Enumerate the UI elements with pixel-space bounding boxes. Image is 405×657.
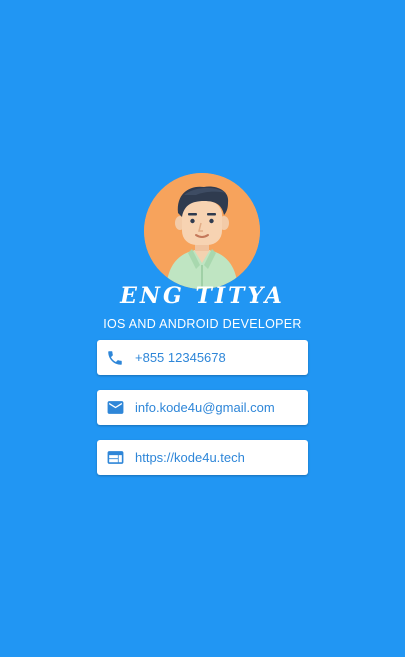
avatar	[144, 173, 260, 289]
email-card[interactable]: info.kode4u@gmail.com	[97, 390, 308, 425]
phone-card[interactable]: +855 12345678	[97, 340, 308, 375]
phone-text: +855 12345678	[135, 350, 226, 365]
profile-screen: ENG TITYA IOS AND ANDROID DEVELOPER +855…	[0, 0, 405, 657]
website-card[interactable]: https://kode4u.tech	[97, 440, 308, 475]
profile-role: IOS AND ANDROID DEVELOPER	[103, 317, 302, 331]
website-text: https://kode4u.tech	[135, 450, 245, 465]
avatar-illustration	[144, 173, 260, 289]
mail-icon	[105, 398, 125, 418]
email-text: info.kode4u@gmail.com	[135, 400, 275, 415]
phone-icon	[105, 348, 125, 368]
web-icon	[105, 448, 125, 468]
profile-name: ENG TITYA	[120, 283, 285, 309]
